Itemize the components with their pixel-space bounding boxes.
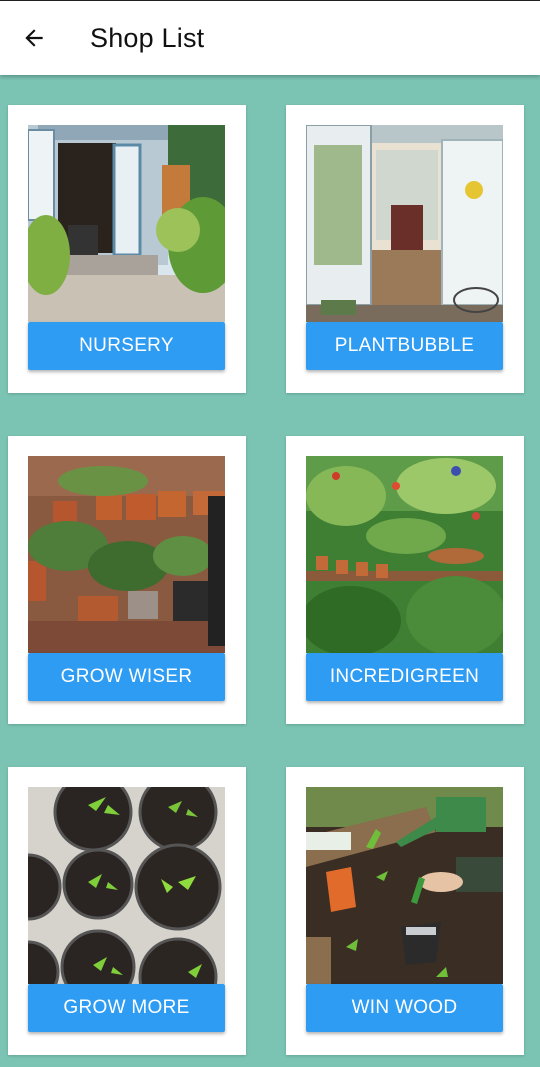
- arrow-left-icon: [25, 29, 43, 47]
- shop-image-plantbubble: [306, 125, 503, 322]
- shop-button-incredigreen[interactable]: INCREDIGREEN: [306, 653, 503, 701]
- shop-card-win-wood[interactable]: WIN WOOD: [286, 767, 524, 1055]
- shop-card-grow-wiser[interactable]: GROW WISER: [8, 436, 246, 724]
- shop-card-grow-more[interactable]: GROW MORE: [8, 767, 246, 1055]
- back-button[interactable]: [18, 22, 50, 54]
- shop-button-plantbubble[interactable]: PLANTBUBBLE: [306, 322, 503, 370]
- shop-card-incredigreen[interactable]: INCREDIGREEN: [286, 436, 524, 724]
- shop-image-grow-wiser: [28, 456, 225, 653]
- shop-button-grow-wiser[interactable]: GROW WISER: [28, 653, 225, 701]
- shop-button-grow-more[interactable]: GROW MORE: [28, 984, 225, 1032]
- shop-image-nursery: [28, 125, 225, 322]
- shop-image-win-wood: [306, 787, 503, 984]
- app-bar: Shop List: [0, 1, 540, 75]
- shop-image-incredigreen: [306, 456, 503, 653]
- shop-image-grow-more: [28, 787, 225, 984]
- shop-button-nursery[interactable]: NURSERY: [28, 322, 225, 370]
- shop-card-nursery[interactable]: NURSERY: [8, 105, 246, 393]
- shop-card-plantbubble[interactable]: PLANTBUBBLE: [286, 105, 524, 393]
- shop-button-win-wood[interactable]: WIN WOOD: [306, 984, 503, 1032]
- page-title: Shop List: [90, 23, 205, 53]
